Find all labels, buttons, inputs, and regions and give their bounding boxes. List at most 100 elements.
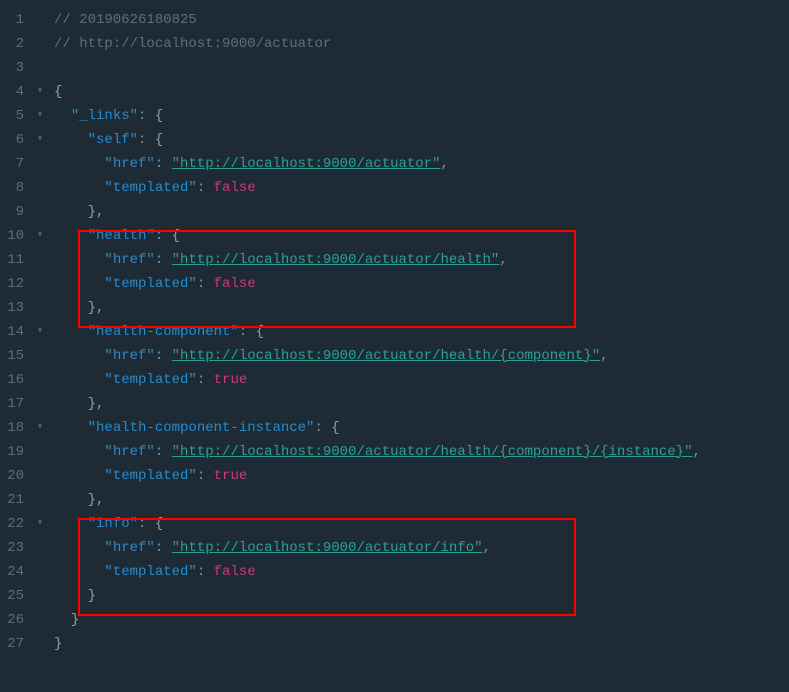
json-brace: { <box>155 108 163 124</box>
fold-toggle-icon[interactable]: ▾ <box>32 84 48 100</box>
json-key: "templated" <box>104 564 196 580</box>
code-line[interactable]: 3 <box>0 56 789 80</box>
line-number: 12 <box>0 273 32 295</box>
fold-toggle-icon[interactable]: ▾ <box>32 228 48 244</box>
line-number: 21 <box>0 489 32 511</box>
json-key: "href" <box>104 348 154 364</box>
fold-toggle-icon[interactable]: ▾ <box>32 108 48 124</box>
json-url-value[interactable]: "http://localhost:9000/actuator/health" <box>172 252 500 268</box>
json-key: "href" <box>104 156 154 172</box>
json-key: "templated" <box>104 372 196 388</box>
json-url-value[interactable]: "http://localhost:9000/actuator/health/{… <box>172 444 693 460</box>
code-line[interactable]: 6 ▾ "self": { <box>0 128 789 152</box>
json-key: "self" <box>88 132 138 148</box>
json-brace: }, <box>88 492 105 508</box>
fold-toggle-icon[interactable]: ▾ <box>32 516 48 532</box>
code-line[interactable]: 8 "templated": false <box>0 176 789 200</box>
line-number: 17 <box>0 393 32 415</box>
json-key: "health-component" <box>88 324 239 340</box>
json-key: "health" <box>88 228 155 244</box>
json-brace: }, <box>88 204 105 220</box>
code-line[interactable]: 20 "templated": true <box>0 464 789 488</box>
code-line[interactable]: 21 }, <box>0 488 789 512</box>
code-line[interactable]: 17 }, <box>0 392 789 416</box>
json-brace: }, <box>88 396 105 412</box>
json-brace: } <box>88 588 96 604</box>
line-number: 7 <box>0 153 32 175</box>
fold-toggle-icon[interactable]: ▾ <box>32 132 48 148</box>
code-line[interactable]: 13 }, <box>0 296 789 320</box>
code-line[interactable]: 19 "href": "http://localhost:9000/actuat… <box>0 440 789 464</box>
line-number: 6 <box>0 129 32 151</box>
line-number: 11 <box>0 249 32 271</box>
json-key: "templated" <box>104 468 196 484</box>
line-number: 1 <box>0 9 32 31</box>
json-brace: { <box>172 228 180 244</box>
code-line[interactable]: 18 ▾ "health-component-instance": { <box>0 416 789 440</box>
comment-text: // http://localhost:9000/actuator <box>54 36 331 52</box>
json-brace: { <box>155 132 163 148</box>
line-number: 10 <box>0 225 32 247</box>
line-number: 20 <box>0 465 32 487</box>
json-brace: }, <box>88 300 105 316</box>
code-line[interactable]: 23 "href": "http://localhost:9000/actuat… <box>0 536 789 560</box>
json-key: "_links" <box>71 108 138 124</box>
code-line[interactable]: 9 }, <box>0 200 789 224</box>
json-bool: false <box>214 276 256 292</box>
fold-toggle-icon[interactable]: ▾ <box>32 324 48 340</box>
json-brace: { <box>331 420 339 436</box>
json-key: "href" <box>104 444 154 460</box>
code-line[interactable]: 27 } <box>0 632 789 656</box>
line-number: 13 <box>0 297 32 319</box>
code-line[interactable]: 5 ▾ "_links": { <box>0 104 789 128</box>
json-bool: false <box>214 180 256 196</box>
line-number: 25 <box>0 585 32 607</box>
json-key: "templated" <box>104 276 196 292</box>
line-number: 4 <box>0 81 32 103</box>
json-key: "info" <box>88 516 138 532</box>
line-number: 16 <box>0 369 32 391</box>
json-brace: { <box>54 84 62 100</box>
json-key: "templated" <box>104 180 196 196</box>
json-url-value[interactable]: "http://localhost:9000/actuator" <box>172 156 441 172</box>
code-line[interactable]: 7 "href": "http://localhost:9000/actuato… <box>0 152 789 176</box>
json-bool: false <box>214 564 256 580</box>
line-number: 26 <box>0 609 32 631</box>
line-number: 15 <box>0 345 32 367</box>
code-line[interactable]: 25 } <box>0 584 789 608</box>
json-brace: { <box>155 516 163 532</box>
line-number: 24 <box>0 561 32 583</box>
line-number: 18 <box>0 417 32 439</box>
fold-toggle-icon[interactable]: ▾ <box>32 420 48 436</box>
line-number: 22 <box>0 513 32 535</box>
line-number: 3 <box>0 57 32 79</box>
json-brace: } <box>54 636 62 652</box>
code-line[interactable]: 22 ▾ "info": { <box>0 512 789 536</box>
code-line[interactable]: 10 ▾ "health": { <box>0 224 789 248</box>
json-bool: true <box>214 372 248 388</box>
json-key: "health-component-instance" <box>88 420 315 436</box>
json-brace: { <box>256 324 264 340</box>
code-line[interactable]: 12 "templated": false <box>0 272 789 296</box>
line-number: 19 <box>0 441 32 463</box>
code-line[interactable]: 4 ▾ { <box>0 80 789 104</box>
line-number: 23 <box>0 537 32 559</box>
code-line[interactable]: 24 "templated": false <box>0 560 789 584</box>
line-number: 9 <box>0 201 32 223</box>
line-number: 5 <box>0 105 32 127</box>
code-line[interactable]: 11 "href": "http://localhost:9000/actuat… <box>0 248 789 272</box>
line-number: 14 <box>0 321 32 343</box>
code-line[interactable]: 26 } <box>0 608 789 632</box>
json-brace: } <box>71 612 79 628</box>
code-line[interactable]: 15 "href": "http://localhost:9000/actuat… <box>0 344 789 368</box>
code-line[interactable]: 2 // http://localhost:9000/actuator <box>0 32 789 56</box>
code-editor[interactable]: 1 // 20190626180825 2 // http://localhos… <box>0 8 789 656</box>
line-number: 8 <box>0 177 32 199</box>
json-url-value[interactable]: "http://localhost:9000/actuator/health/{… <box>172 348 600 364</box>
line-number: 2 <box>0 33 32 55</box>
code-line[interactable]: 14 ▾ "health-component": { <box>0 320 789 344</box>
code-line[interactable]: 16 "templated": true <box>0 368 789 392</box>
json-bool: true <box>214 468 248 484</box>
json-url-value[interactable]: "http://localhost:9000/actuator/info" <box>172 540 483 556</box>
code-line[interactable]: 1 // 20190626180825 <box>0 8 789 32</box>
